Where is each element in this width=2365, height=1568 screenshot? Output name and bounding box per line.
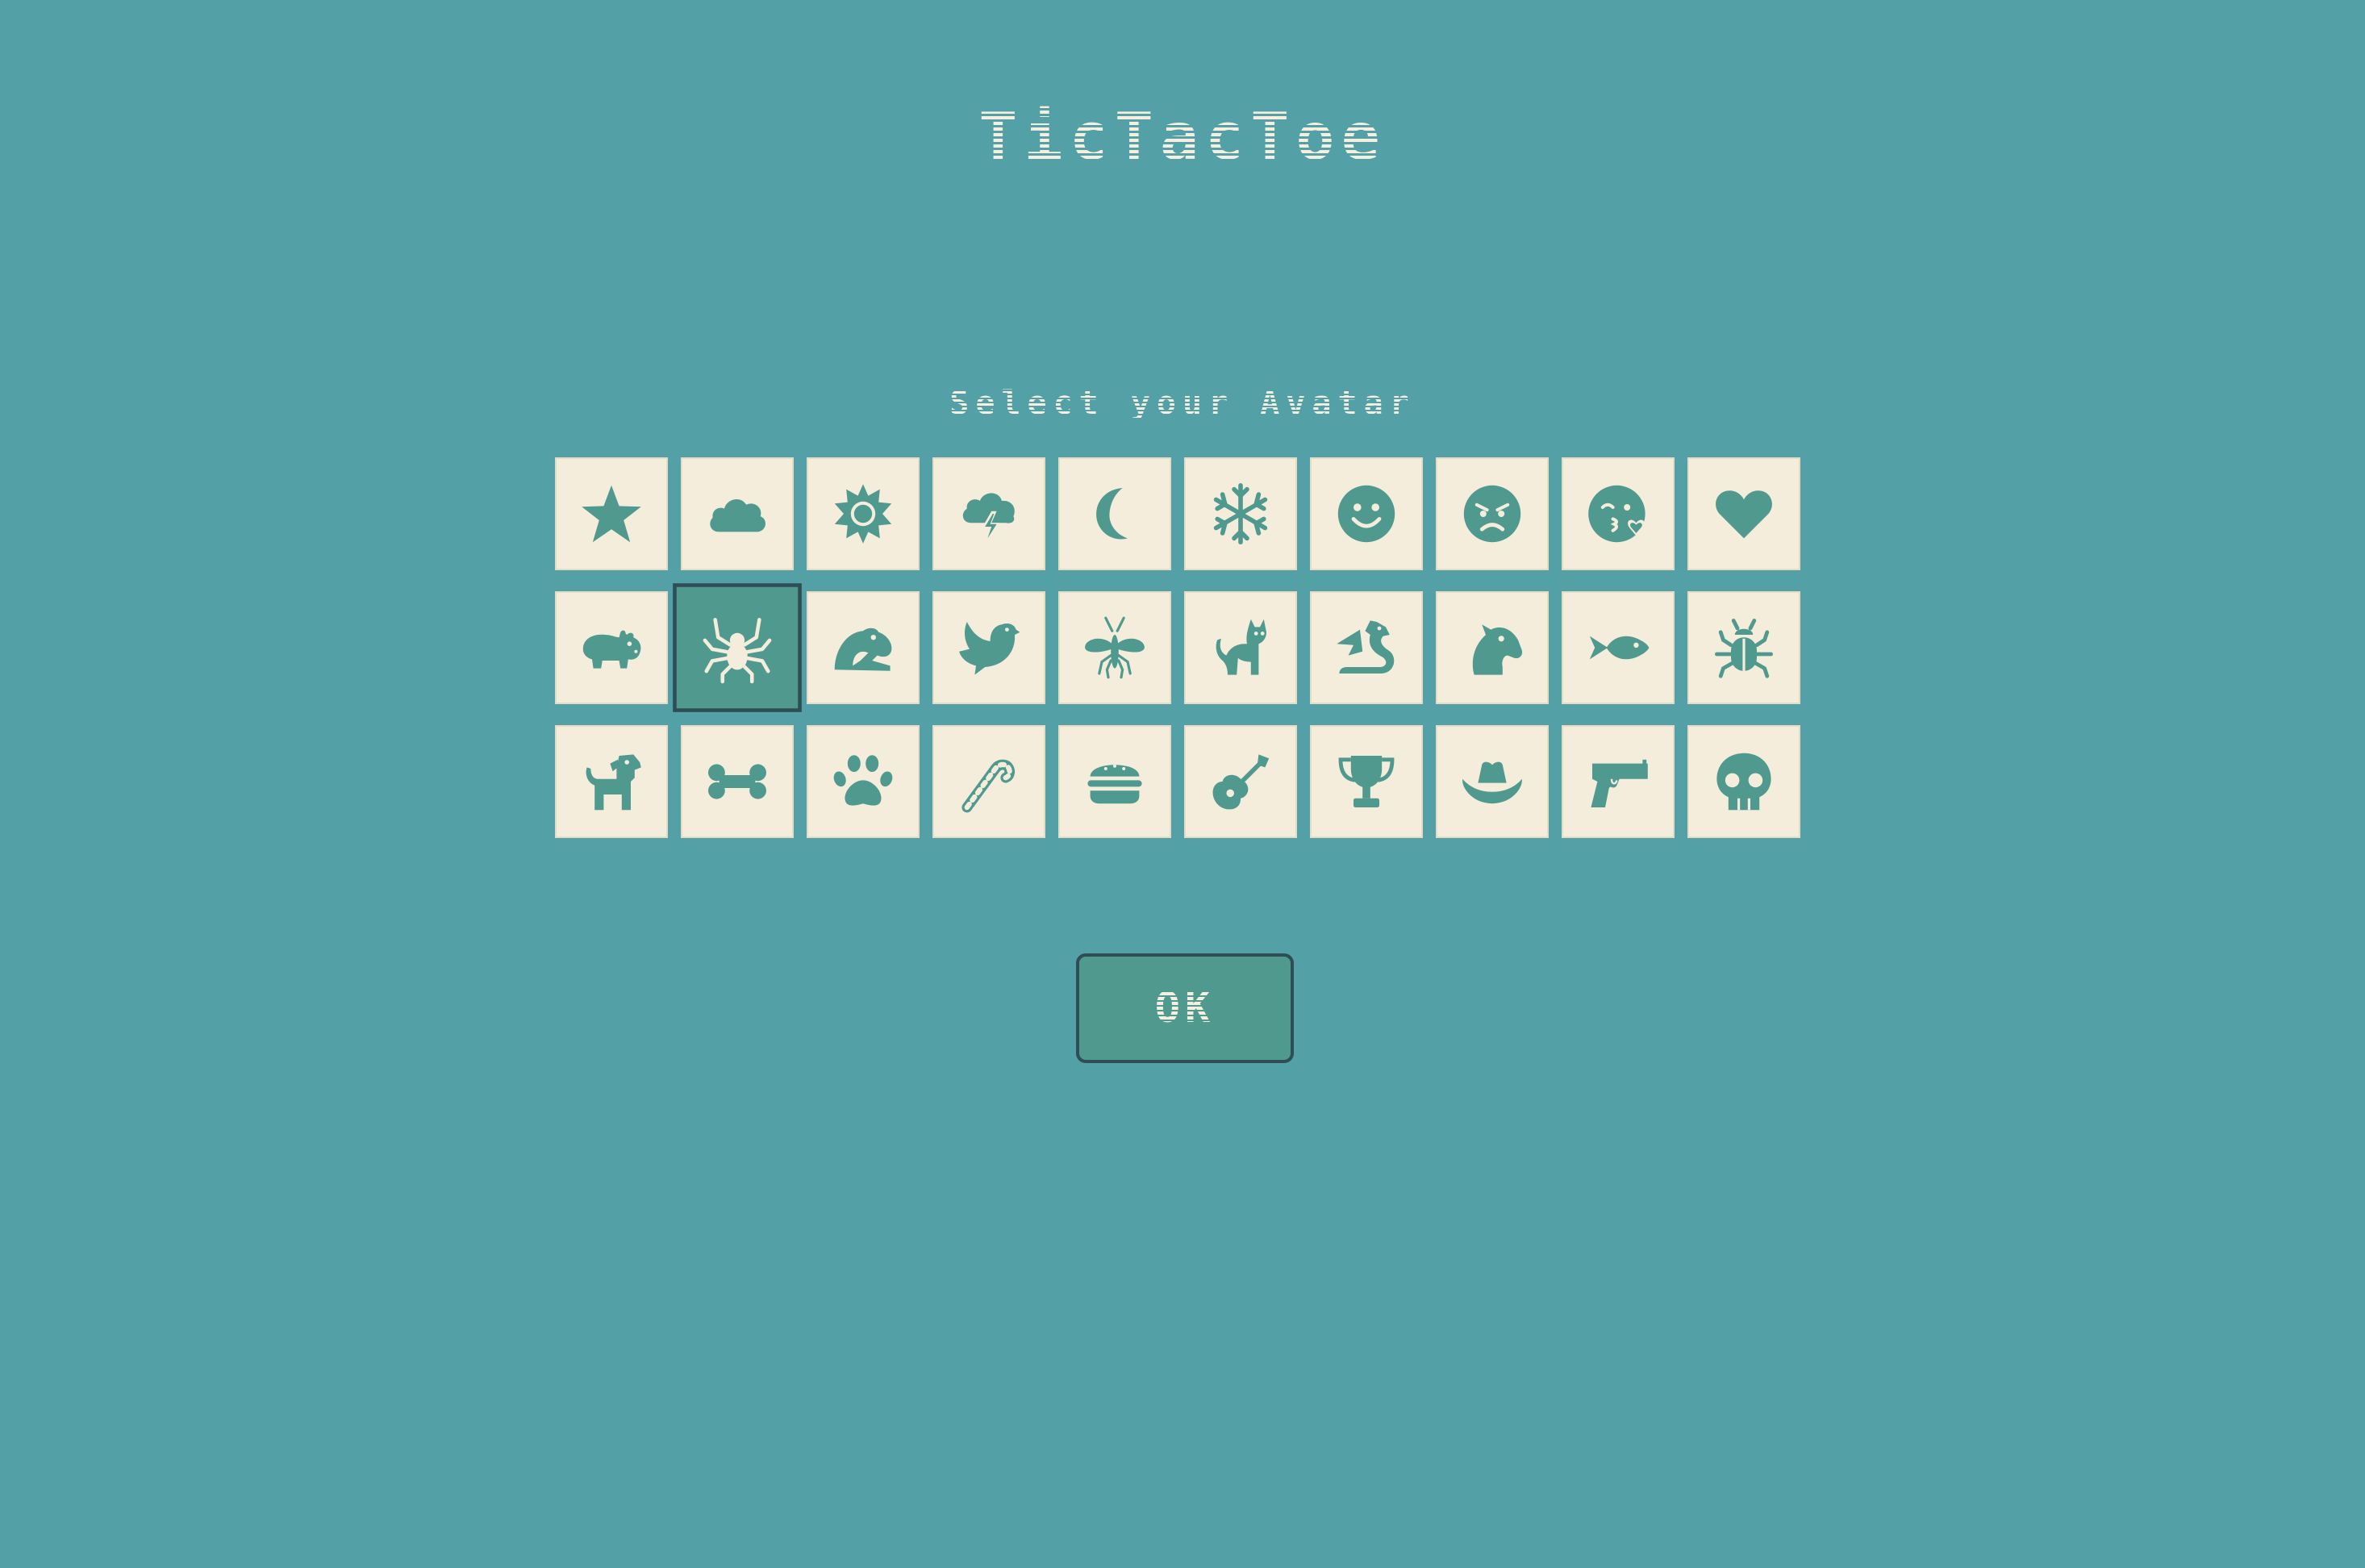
avatar-option-sun[interactable] [807,457,920,570]
snowflake-icon [1213,483,1268,544]
avatar-option-candy-cane[interactable] [932,725,1045,838]
bug-icon [1715,619,1773,678]
avatar-option-moon[interactable] [1058,457,1171,570]
paw-icon [833,755,893,806]
avatar-option-frog[interactable] [807,591,920,704]
mosquito-icon [1085,616,1145,679]
avatar-option-thunderstorm[interactable] [932,457,1045,570]
avatar-option-paw[interactable] [807,725,920,838]
avatar-option-horse-head[interactable] [1436,591,1549,704]
candy-cane-icon [961,759,1016,813]
avatar-option-heart[interactable] [1687,457,1800,570]
bone-icon [708,764,766,799]
avatar-option-fish[interactable] [1562,591,1675,704]
avatar-option-dog[interactable] [555,725,668,838]
ok-button[interactable]: OK [1076,953,1294,1063]
avatar-option-mosquito[interactable] [1058,591,1171,704]
kiss-face-icon [1588,485,1645,543]
spider-icon [703,618,772,684]
star-icon [582,485,641,543]
avatar-option-trophy[interactable] [1310,725,1423,838]
smile-icon [1337,485,1395,543]
cowboy-hat-icon [1462,761,1522,804]
angry-face-icon [1463,485,1521,543]
avatar-option-bone[interactable] [681,725,794,838]
dove-icon [959,622,1020,675]
avatar-option-bug[interactable] [1687,591,1800,704]
avatar-option-skull[interactable] [1687,725,1800,838]
moon-icon [1096,488,1128,540]
hippo-icon [582,630,641,669]
avatar-option-dragon[interactable] [1310,591,1423,704]
avatar-option-snowflake[interactable] [1184,457,1297,570]
cloud-icon [710,498,765,532]
avatar-option-angry-face[interactable] [1436,457,1549,570]
page-title: TicTacToe [0,105,2365,169]
avatar-option-cloud[interactable] [681,457,794,570]
gun-icon [1591,759,1648,807]
avatar-prompt: Select your Avatar [0,387,2365,419]
skull-icon [1716,753,1771,811]
sun-icon [834,484,892,544]
avatar-grid [555,457,1813,838]
avatar-option-smile[interactable] [1310,457,1423,570]
heart-icon [1716,490,1772,539]
avatar-option-cowboy-hat[interactable] [1436,725,1549,838]
avatar-option-kiss-face[interactable] [1562,457,1675,570]
guitar-icon [1212,754,1270,810]
avatar-option-cat[interactable] [1184,591,1297,704]
horse-head-icon [1472,624,1523,675]
avatar-option-hippo[interactable] [555,591,668,704]
fish-icon [1589,636,1650,660]
thunderstorm-icon [962,493,1015,544]
avatar-option-burger[interactable] [1058,725,1171,838]
avatar-option-gun[interactable] [1562,725,1675,838]
ok-button-label: OK [1154,984,1216,1032]
avatar-option-guitar[interactable] [1184,725,1297,838]
burger-icon [1087,764,1142,804]
avatar-option-dove[interactable] [932,591,1045,704]
dragon-icon [1337,620,1395,673]
dog-icon [586,754,641,811]
frog-icon [834,628,892,671]
avatar-option-spider[interactable] [673,583,802,712]
cat-icon [1216,619,1266,675]
trophy-icon [1338,756,1395,807]
avatar-option-star[interactable] [555,457,668,570]
